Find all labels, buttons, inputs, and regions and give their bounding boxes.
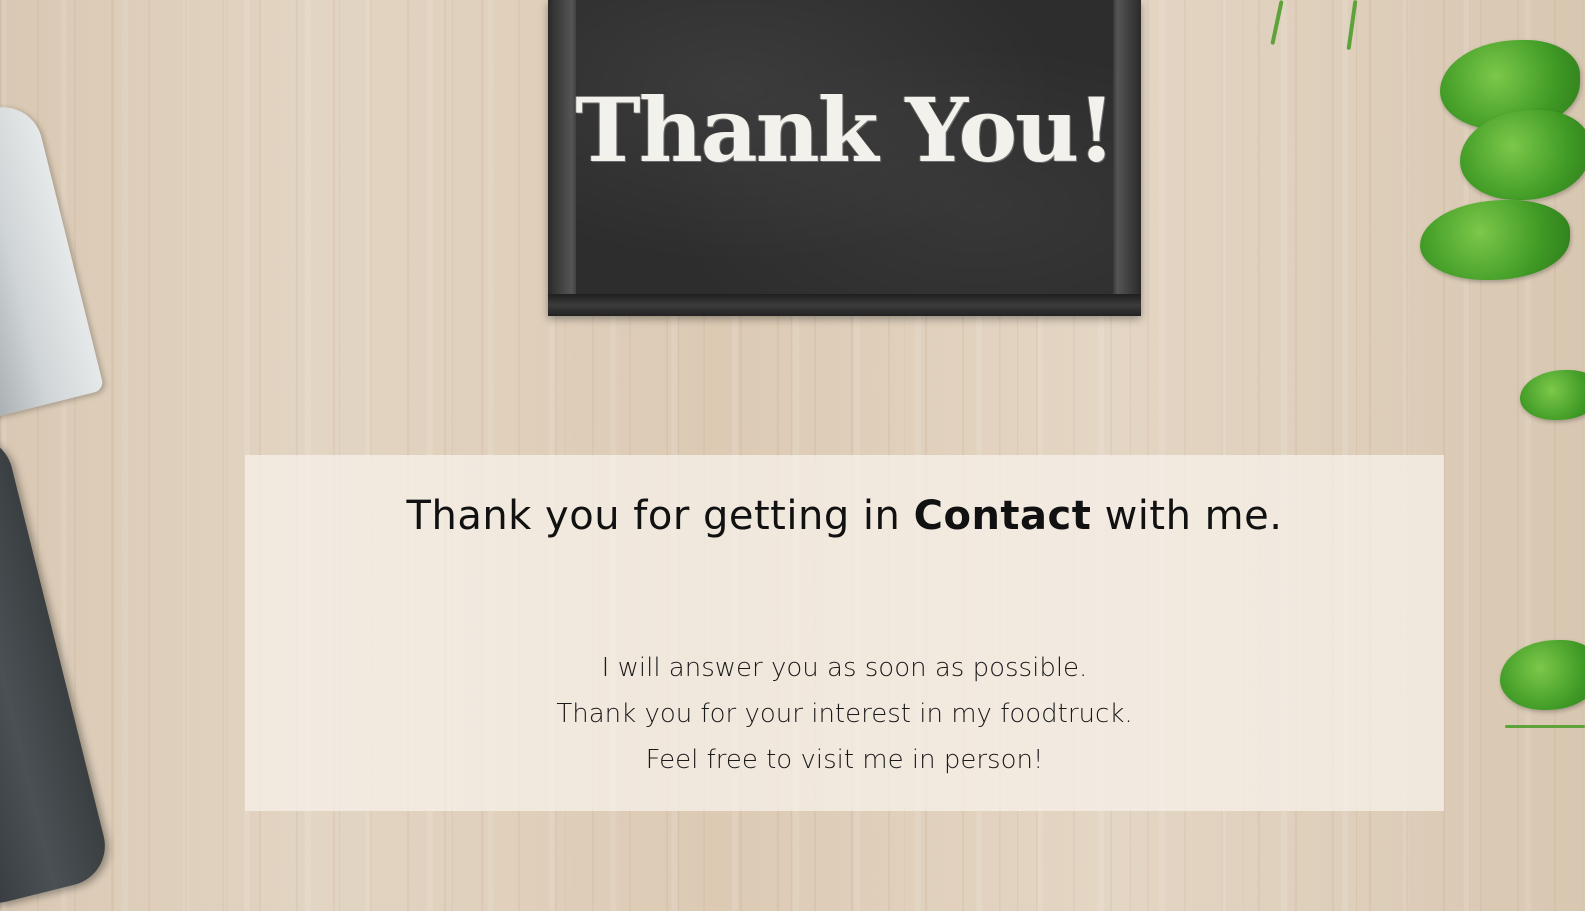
thank-you-message-panel: Thank you for getting in Contact with me… (245, 455, 1444, 811)
message-line: I will answer you as soon as possible. (601, 653, 1088, 683)
heading-text-before: Thank you for getting in (406, 493, 901, 539)
knife-blade-decoration (0, 98, 105, 422)
chalkboard-frame (548, 294, 1141, 316)
message-body: I will answer you as soon as possible. T… (245, 645, 1444, 783)
heading-text-after: with me. (1104, 493, 1283, 539)
message-heading: Thank you for getting in Contact with me… (245, 493, 1444, 539)
heading-contact-emphasis: Contact (913, 493, 1092, 539)
message-line: Feel free to visit me in person! (645, 745, 1044, 775)
thank-you-chalkboard-image: Thank You! (548, 0, 1141, 316)
knife-handle-decoration (0, 428, 114, 911)
chalkboard-text: Thank You! (575, 78, 1116, 182)
message-line: Thank you for your interest in my foodtr… (556, 699, 1133, 729)
